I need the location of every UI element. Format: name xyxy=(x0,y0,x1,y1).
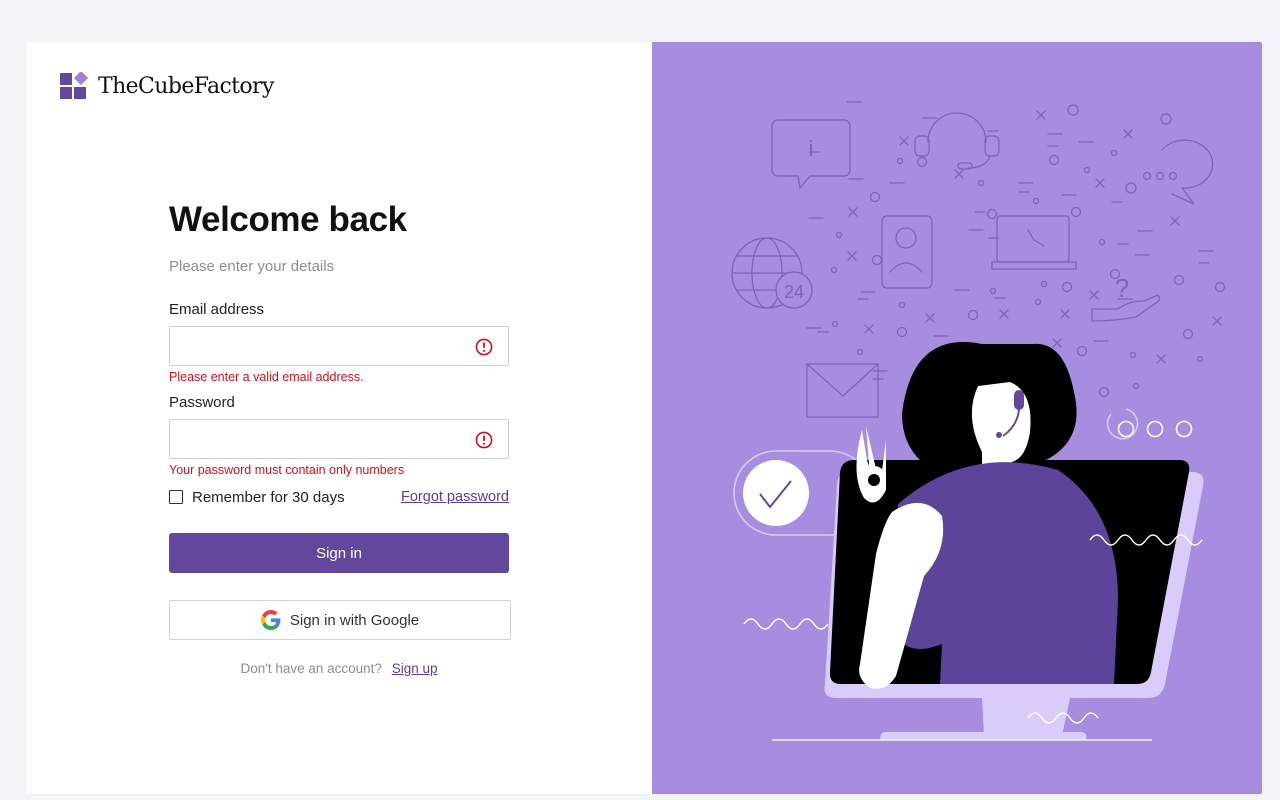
alert-circle-icon xyxy=(475,431,493,449)
login-card: TheCubeFactory Welcome back Please enter… xyxy=(26,42,1262,794)
support-agent xyxy=(856,342,1118,689)
remember-label[interactable]: Remember for 30 days xyxy=(192,489,345,506)
google-button-label: Sign in with Google xyxy=(289,611,420,629)
brand-logo[interactable]: TheCubeFactory xyxy=(60,72,274,100)
sign-in-button[interactable]: Sign in xyxy=(169,533,509,573)
illustration-panel: i 24 ? xyxy=(652,42,1262,794)
email-field-wrapper xyxy=(169,326,509,366)
remember-forgot-row: Remember for 30 days Forgot password xyxy=(169,487,509,507)
login-panel: TheCubeFactory Welcome back Please enter… xyxy=(26,42,652,794)
signup-prompt: Don't have an account? Sign up xyxy=(169,661,509,676)
brand-name: TheCubeFactory xyxy=(98,73,274,99)
email-input[interactable] xyxy=(170,327,508,365)
no-account-text: Don't have an account? xyxy=(240,661,382,676)
page-title: Welcome back xyxy=(169,200,407,239)
progress-dots xyxy=(1106,408,1193,440)
sign-up-link[interactable]: Sign up xyxy=(392,661,438,676)
icon-labels: i 24 ? xyxy=(784,136,1129,303)
google-sign-in-button[interactable]: Sign in with Google xyxy=(169,600,511,640)
password-label: Password xyxy=(169,394,235,411)
google-icon xyxy=(260,610,281,630)
email-error-message: Please enter a valid email address. xyxy=(169,370,364,384)
remember-checkbox[interactable] xyxy=(169,490,183,504)
forgot-password-link[interactable]: Forgot password xyxy=(401,489,509,505)
clock-badge: 24 xyxy=(784,282,804,302)
password-input[interactable] xyxy=(170,420,508,458)
password-error-message: Your password must contain only numbers xyxy=(169,463,405,477)
info-mark: i xyxy=(809,136,814,161)
page-subtitle: Please enter your details xyxy=(169,258,335,275)
support-agent-illustration: i 24 ? xyxy=(731,101,1226,741)
alert-circle-icon xyxy=(475,338,493,356)
cube-logo-icon xyxy=(60,72,88,99)
email-label: Email address xyxy=(169,301,265,318)
help-mark: ? xyxy=(1115,273,1129,303)
login-form: Welcome back Please enter your details E… xyxy=(169,200,511,676)
password-field-wrapper xyxy=(169,419,509,459)
remember-option: Remember for 30 days xyxy=(169,489,345,506)
